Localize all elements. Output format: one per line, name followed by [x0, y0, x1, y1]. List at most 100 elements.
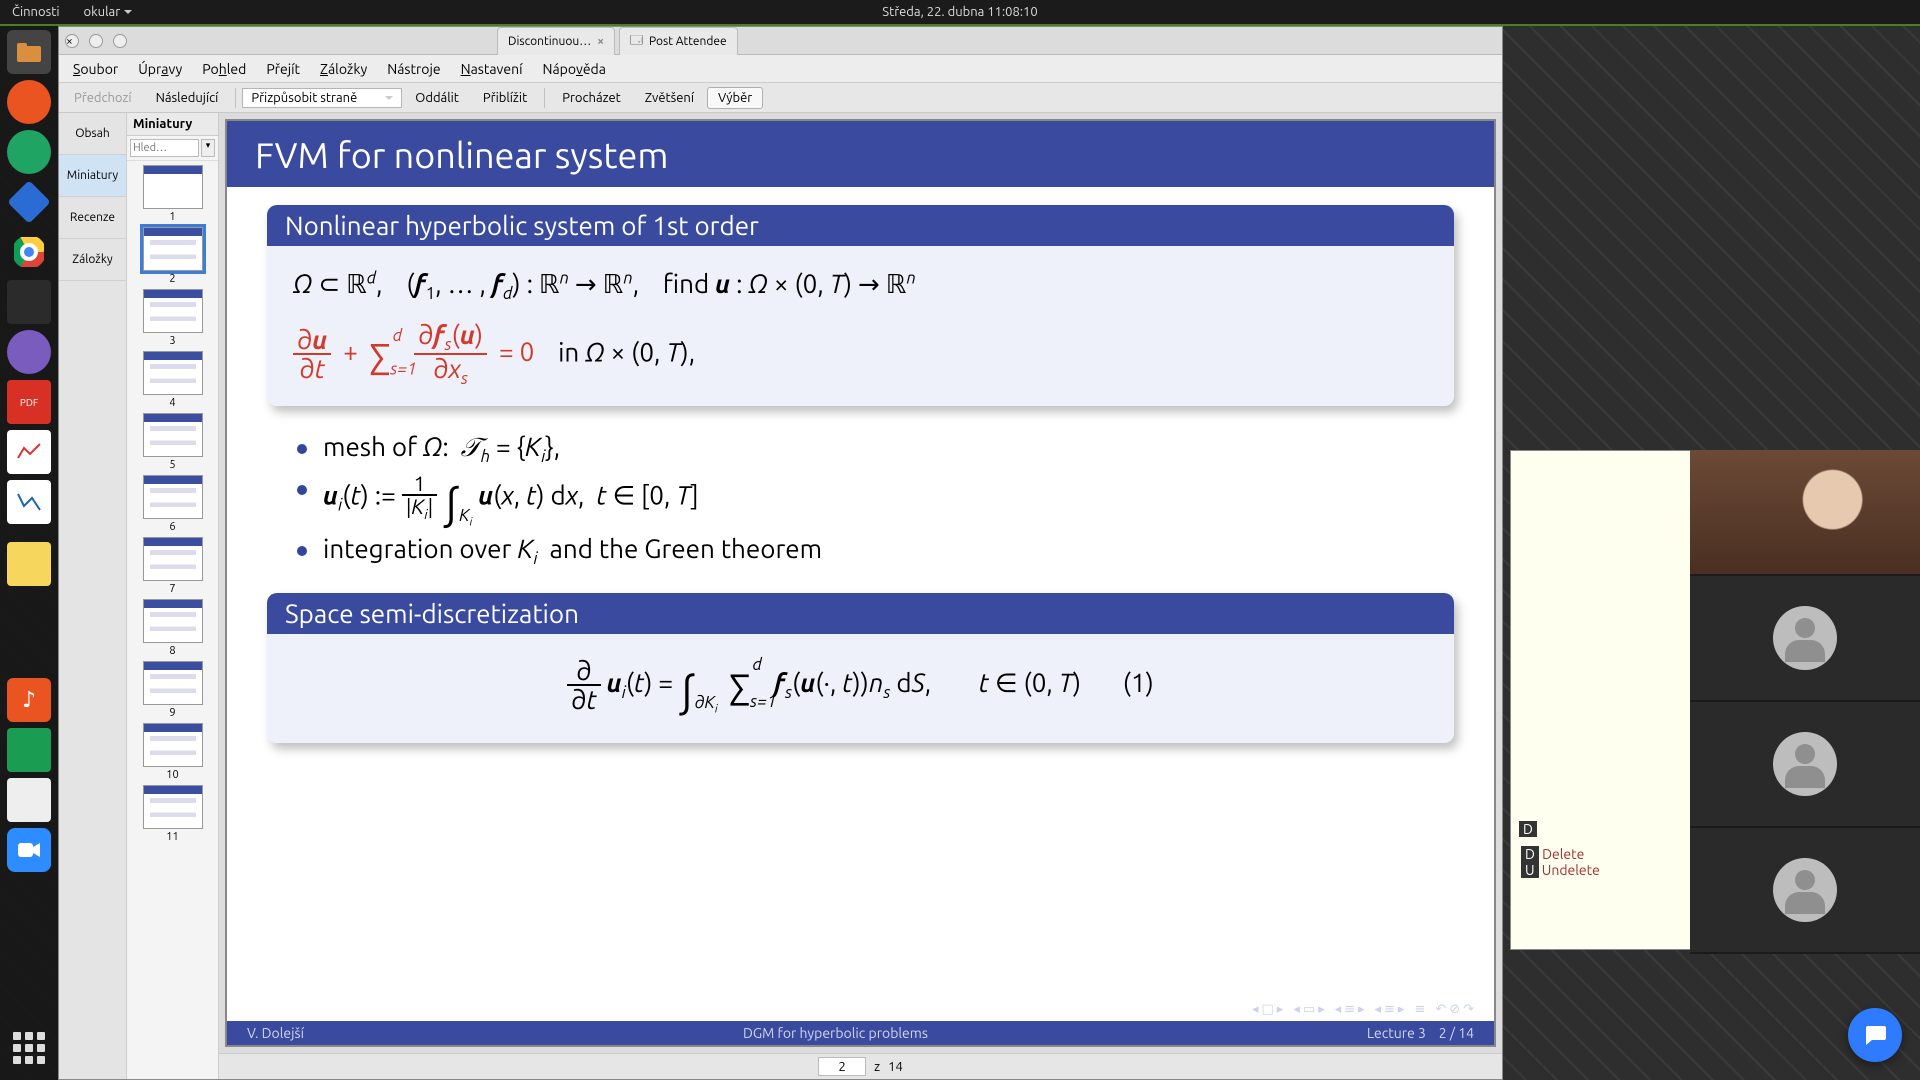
- menu-tools[interactable]: Nástroje: [379, 59, 448, 79]
- bullet-avg: ui(t) := 1|Ki| ∫Ki u(x, t) dx, t ∈ [0, T…: [297, 473, 1454, 529]
- tab-document[interactable]: Discontinuou… ×: [497, 27, 615, 55]
- appmenu-label: okular: [84, 5, 121, 19]
- dired-mark: D: [1519, 821, 1537, 837]
- menu-bookmarks[interactable]: Záložky: [312, 59, 375, 79]
- bullet-list: mesh of Ω: 𝒯h = {Ki}, ui(t) := 1|Ki| ∫Ki…: [297, 432, 1454, 568]
- dock-emacs-icon[interactable]: [7, 330, 51, 374]
- prev-page-button[interactable]: Předchozí: [63, 87, 143, 109]
- menu-file[interactable]: Soubor: [65, 59, 126, 79]
- sidebar-tab-reviews[interactable]: Recenze: [59, 197, 126, 239]
- zoom-in-button[interactable]: Přiblížit: [472, 87, 538, 109]
- participant-avatar[interactable]: [1690, 702, 1920, 826]
- block-body: Ω ⊂ ℝd, (f1, … , fd) : ℝn → ℝn, find u :…: [267, 246, 1454, 406]
- tab-strip: Discontinuou… × 🗔 Post Attendee: [497, 27, 738, 55]
- menu-help[interactable]: Nápověda: [534, 59, 613, 79]
- tab-label: Post Attendee: [649, 35, 727, 48]
- thumbnail-list[interactable]: 1 2 3 4 5 6 7 8 9 10 11: [127, 161, 218, 1079]
- sidebar: Obsah Miniatury Recenze Záložky: [59, 113, 127, 1079]
- menu-go[interactable]: Přejít: [258, 59, 308, 79]
- thumbnail-11[interactable]: 11: [138, 785, 208, 843]
- thumbnail-8[interactable]: 8: [138, 599, 208, 657]
- footer-title: DGM for hyperbolic problems: [743, 1025, 928, 1041]
- dock-app-icon[interactable]: [7, 778, 51, 822]
- footer-author: V. Dolejší: [247, 1025, 304, 1041]
- select-tool-button[interactable]: Výběr: [707, 87, 763, 109]
- tab-attendee[interactable]: 🗔 Post Attendee: [619, 27, 738, 55]
- dock-chrome-icon[interactable]: [7, 230, 51, 274]
- zoom-chat-button[interactable]: [1848, 1008, 1902, 1062]
- zoom-mode-label: Přizpůsobit straně: [251, 91, 357, 105]
- thumbnail-3[interactable]: 3: [138, 289, 208, 347]
- menu-edit[interactable]: Úpravy: [130, 59, 190, 79]
- appmenu-button[interactable]: okular: [72, 0, 145, 25]
- emacs-actions: D Delete U Undelete: [1521, 846, 1600, 878]
- dock-calc-icon[interactable]: [7, 130, 51, 174]
- zoom-tool-button[interactable]: Zvětšení: [634, 87, 705, 109]
- thumbnail-6[interactable]: 6: [138, 475, 208, 533]
- chevron-down-icon: [124, 10, 132, 18]
- window-titlebar[interactable]: × Discontinuou… × 🗔 Post Attendee: [59, 27, 1502, 55]
- dock-spacer: [7, 530, 51, 536]
- browse-tool-button[interactable]: Procházet: [551, 87, 632, 109]
- bullet-mesh: mesh of Ω: 𝒯h = {Ki},: [297, 432, 1454, 466]
- separator: [544, 88, 545, 108]
- thumbnail-1[interactable]: 1: [138, 165, 208, 223]
- sidebar-tab-contents[interactable]: Obsah: [59, 113, 126, 155]
- tab-close-icon[interactable]: ×: [597, 35, 604, 48]
- toolbar: Předchozí Následující Přizpůsobit straně…: [59, 83, 1502, 113]
- participant-camera[interactable]: [1690, 450, 1920, 574]
- dock-apps-grid-icon[interactable]: [7, 1026, 51, 1070]
- menu-view[interactable]: Pohled: [194, 59, 254, 79]
- minimize-icon[interactable]: [89, 34, 103, 48]
- dock-terminal-icon[interactable]: [7, 280, 51, 324]
- page-sep: z: [874, 1060, 880, 1074]
- dock: PDF ♪: [0, 26, 58, 1080]
- participant-avatar[interactable]: [1690, 576, 1920, 700]
- thumbnail-5[interactable]: 5: [138, 413, 208, 471]
- dock-plot2-icon[interactable]: [7, 480, 51, 524]
- pdf-page[interactable]: FVM for nonlinear system Nonlinear hyper…: [219, 113, 1502, 1053]
- thumbnail-panel: Miniatury ▾ 1 2 3 4 5 6 7 8 9 10 11: [127, 113, 219, 1079]
- dock-sheets-icon[interactable]: [7, 728, 51, 772]
- pdf-viewer: FVM for nonlinear system Nonlinear hyper…: [219, 113, 1502, 1079]
- activities-button[interactable]: Činnosti: [0, 0, 72, 25]
- dock-notes-icon[interactable]: [7, 542, 51, 586]
- slide-title: FVM for nonlinear system: [227, 121, 1494, 187]
- sidebar-tab-bookmarks[interactable]: Záložky: [59, 239, 126, 281]
- menu-settings[interactable]: Nastavení: [453, 59, 531, 79]
- zoom-mode-select[interactable]: Přizpůsobit straně: [242, 88, 402, 108]
- dock-zoom-icon[interactable]: [7, 828, 51, 872]
- slide-footer: V. Dolejší DGM for hyperbolic problems L…: [227, 1021, 1494, 1045]
- bullet-green: integration over Ki and the Green theore…: [297, 534, 1454, 568]
- search-options-icon[interactable]: ▾: [201, 139, 215, 157]
- zoom-participants[interactable]: [1690, 450, 1920, 954]
- okular-window: × Discontinuou… × 🗔 Post Attendee Soubor…: [58, 26, 1503, 1080]
- dock-spacer2: [7, 592, 51, 672]
- maximize-icon[interactable]: [113, 34, 127, 48]
- page-indicator: z 14: [219, 1053, 1502, 1079]
- dock-pdf-icon[interactable]: PDF: [7, 380, 51, 424]
- thumbnail-header: Miniatury: [127, 113, 218, 136]
- participant-avatar[interactable]: [1690, 828, 1920, 952]
- sidebar-tab-thumbnails[interactable]: Miniatury: [59, 155, 126, 197]
- thumbnail-search-input[interactable]: [130, 139, 199, 157]
- page-number-input[interactable]: [818, 1057, 866, 1076]
- dock-tex-icon[interactable]: [7, 180, 51, 224]
- thumbnail-2[interactable]: 2: [138, 227, 208, 285]
- tab-label: Discontinuou…: [508, 35, 591, 48]
- block-header: Nonlinear hyperbolic system of 1st order: [267, 205, 1454, 246]
- block-discretization: Space semi-discretization ∂∂t ui(t) = ∫∂…: [267, 593, 1454, 744]
- dock-music-icon[interactable]: ♪: [7, 678, 51, 722]
- dock-plot1-icon[interactable]: [7, 430, 51, 474]
- avatar-icon: [1773, 732, 1837, 796]
- zoom-out-button[interactable]: Oddálit: [404, 87, 470, 109]
- thumbnail-9[interactable]: 9: [138, 661, 208, 719]
- close-icon[interactable]: ×: [65, 34, 79, 48]
- thumbnail-4[interactable]: 4: [138, 351, 208, 409]
- footer-right: Lecture 3 2 / 14: [1367, 1025, 1474, 1041]
- next-page-button[interactable]: Následující: [145, 87, 230, 109]
- thumbnail-7[interactable]: 7: [138, 537, 208, 595]
- dock-ubuntu-icon[interactable]: [7, 80, 51, 124]
- thumbnail-10[interactable]: 10: [138, 723, 208, 781]
- dock-files-icon[interactable]: [7, 30, 51, 74]
